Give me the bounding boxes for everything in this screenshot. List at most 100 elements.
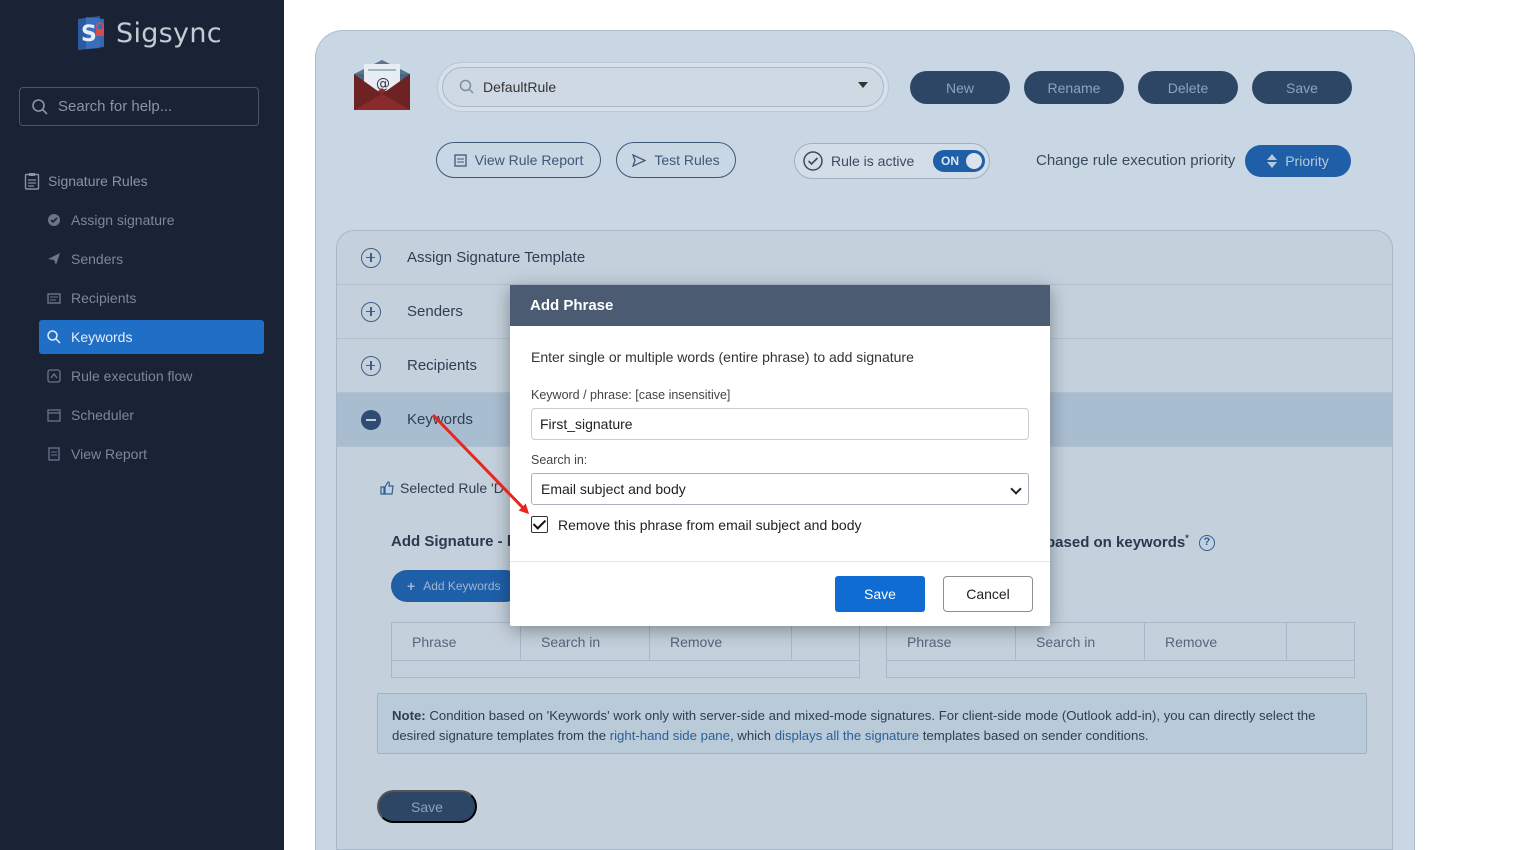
- remove-phrase-option[interactable]: Remove this phrase from email subject an…: [531, 516, 861, 533]
- sidebar-item-rule-execution-flow[interactable]: Rule execution flow: [39, 359, 264, 393]
- check-circle-icon: [803, 151, 823, 171]
- send-icon: [632, 153, 647, 167]
- column-header: Phrase: [392, 623, 521, 661]
- dialog-save-button[interactable]: Save: [835, 576, 925, 612]
- column-header-empty: [792, 623, 859, 661]
- clipboard-icon: [24, 173, 40, 190]
- search-in-select[interactable]: Email subject and body: [531, 473, 1029, 505]
- toggle-knob: [966, 153, 982, 169]
- new-rule-button[interactable]: New: [910, 71, 1010, 104]
- dialog-divider: [510, 561, 1050, 562]
- priority-button-label: Priority: [1285, 153, 1329, 169]
- sidebar-item-assign-signature[interactable]: Assign signature: [39, 203, 264, 237]
- plus-circle-icon: [361, 301, 381, 322]
- exclude-signature-title: based on keywords* ?: [1046, 533, 1215, 552]
- plus-circle-icon: [361, 247, 381, 268]
- accordion-title: Senders: [407, 303, 463, 320]
- note-text: , which: [729, 728, 775, 743]
- rule-active-toggle[interactable]: ON: [933, 150, 985, 172]
- display-signatures-link[interactable]: displays all the signature: [775, 728, 919, 743]
- report-icon: [454, 153, 467, 167]
- sigsync-logo-icon: S: [78, 16, 104, 50]
- keywords-table-left: Phrase Search in Remove: [391, 622, 860, 678]
- note-label: Note:: [392, 708, 426, 723]
- test-rules-label: Test Rules: [654, 152, 720, 168]
- rule-toolbar-card: [315, 30, 1415, 210]
- chevron-down-icon: [1010, 483, 1022, 495]
- search-in-label: Search in:: [531, 453, 588, 467]
- rename-rule-button[interactable]: Rename: [1024, 71, 1124, 104]
- column-header: Search in: [521, 623, 650, 661]
- toggle-label: ON: [941, 154, 959, 168]
- sidebar-section-label: Signature Rules: [48, 173, 148, 189]
- column-header: Search in: [1016, 623, 1145, 661]
- help-search-input[interactable]: [58, 98, 248, 115]
- sidebar-item-keywords[interactable]: Keywords: [39, 320, 264, 354]
- add-phrase-dialog: Add Phrase Enter single or multiple word…: [510, 285, 1050, 626]
- email-icon: @: [354, 60, 410, 110]
- priority-button[interactable]: Priority: [1245, 145, 1351, 177]
- sidebar-item-label: Keywords: [71, 329, 133, 345]
- delete-rule-button[interactable]: Delete: [1138, 71, 1238, 104]
- rule-active-label: Rule is active: [831, 153, 915, 169]
- view-rule-report-button[interactable]: View Rule Report: [436, 142, 601, 178]
- sidebar-item-label: Senders: [71, 251, 124, 267]
- report-icon: [48, 447, 60, 461]
- search-icon: [32, 98, 48, 115]
- selected-rule-info: Selected Rule 'D: [380, 480, 504, 496]
- sidebar-item-label: Assign signature: [71, 212, 175, 228]
- add-keywords-label: Add Keywords: [423, 579, 501, 593]
- app-logo[interactable]: S Sigsync: [74, 15, 222, 51]
- dialog-cancel-button[interactable]: Cancel: [943, 576, 1033, 612]
- add-keywords-button[interactable]: + Add Keywords: [391, 570, 521, 602]
- add-signature-title: Add Signature - b: [391, 533, 516, 550]
- plus-circle-icon: [361, 355, 381, 376]
- recipients-icon: [47, 293, 61, 304]
- rule-dropdown[interactable]: DefaultRule: [437, 62, 889, 112]
- column-header-empty: [1287, 623, 1354, 661]
- sidebar-item-label: Recipients: [71, 290, 137, 306]
- sort-icon: [1267, 154, 1278, 168]
- help-question-icon[interactable]: ?: [1198, 535, 1215, 552]
- test-rules-button[interactable]: Test Rules: [616, 142, 736, 178]
- search-icon: [459, 79, 474, 94]
- save-rule-button[interactable]: Save: [1252, 71, 1352, 104]
- column-header: Remove: [650, 623, 792, 661]
- remove-phrase-label: Remove this phrase from email subject an…: [558, 516, 862, 533]
- send-icon: [48, 253, 60, 265]
- sidebar-section-signature-rules[interactable]: Signature Rules: [24, 172, 148, 190]
- sidebar-item-label: Scheduler: [71, 407, 135, 423]
- accordion-assign-template[interactable]: Assign Signature Template: [337, 231, 1392, 285]
- app-name: Sigsync: [116, 17, 222, 49]
- view-rule-report-label: View Rule Report: [474, 152, 584, 168]
- chevron-down-icon: [858, 82, 868, 88]
- search-in-value: Email subject and body: [541, 481, 686, 497]
- sidebar-item-view-report[interactable]: View Report: [39, 437, 264, 471]
- sidebar-item-recipients[interactable]: Recipients: [39, 281, 264, 315]
- priority-label: Change rule execution priority: [1036, 152, 1236, 169]
- remove-phrase-checkbox[interactable]: [531, 516, 548, 533]
- check-badge-icon: [48, 214, 60, 226]
- sidebar-item-scheduler[interactable]: Scheduler: [39, 398, 264, 432]
- calendar-icon: [47, 409, 61, 422]
- svg-text:S: S: [81, 22, 97, 47]
- help-search[interactable]: [19, 87, 259, 126]
- sidebar-item-senders[interactable]: Senders: [39, 242, 264, 276]
- plus-icon: +: [407, 578, 416, 594]
- flow-icon: [47, 369, 61, 383]
- keywords-note: Note: Condition based on 'Keywords' work…: [377, 693, 1367, 754]
- dialog-title: Add Phrase: [510, 285, 1050, 326]
- keyword-input[interactable]: [531, 408, 1029, 440]
- rule-dropdown-value: DefaultRule: [483, 79, 557, 95]
- minus-circle-icon: [361, 409, 381, 430]
- right-pane-link[interactable]: right-hand side pane: [610, 728, 730, 743]
- accordion-title: Recipients: [407, 357, 478, 374]
- accordion-title: Assign Signature Template: [407, 249, 586, 266]
- sidebar-item-label: Rule execution flow: [71, 368, 193, 384]
- column-header: Remove: [1145, 623, 1287, 661]
- save-keywords-button[interactable]: Save: [377, 790, 477, 823]
- search-icon: [47, 330, 61, 344]
- exclude-signature-text: based on keywords: [1046, 534, 1186, 551]
- rule-dropdown-field[interactable]: DefaultRule: [442, 67, 884, 107]
- keyword-label: Keyword / phrase: [case insensitive]: [531, 388, 731, 402]
